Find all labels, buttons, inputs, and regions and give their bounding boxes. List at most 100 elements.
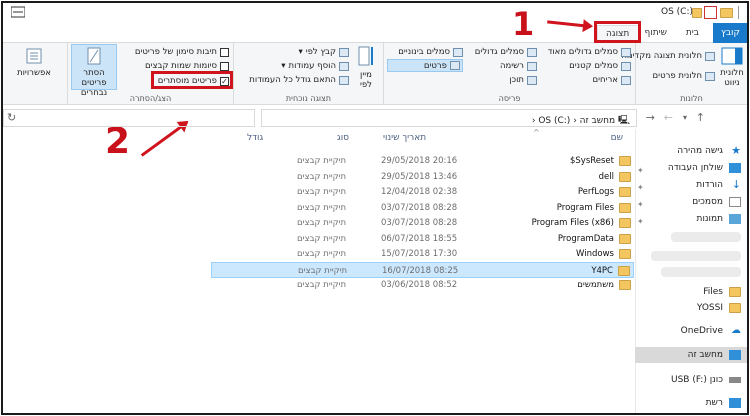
group-by-icon bbox=[339, 47, 349, 57]
item-checkboxes-option[interactable]: תיבות סימון של פריטים bbox=[135, 47, 229, 57]
folder-icon bbox=[619, 249, 631, 259]
back-arrow-icon[interactable]: → bbox=[646, 111, 655, 124]
breadcrumb-root[interactable]: מחשב זה bbox=[580, 116, 615, 126]
file-type: תיקיית קבצים bbox=[297, 249, 347, 259]
column-name[interactable]: שם bbox=[611, 133, 623, 143]
folder-icon bbox=[618, 265, 630, 276]
forward-arrow-icon[interactable]: ← bbox=[664, 111, 673, 124]
nav-downloads[interactable]: ✦ ↓ הורדות bbox=[635, 177, 747, 193]
highlight-view-tab bbox=[594, 21, 641, 43]
nav-network[interactable]: רשת bbox=[635, 395, 747, 411]
layout-content[interactable]: תוכן bbox=[509, 75, 537, 85]
file-date: 03/07/2018 08:28 bbox=[381, 218, 458, 228]
preview-pane-button[interactable]: חלונית תצוגה מקדימה bbox=[621, 51, 715, 61]
item-checkboxes-checkbox[interactable] bbox=[220, 47, 229, 57]
tab-file[interactable]: קובץ bbox=[713, 23, 747, 43]
layout-small-label: סמלים קטנים bbox=[569, 61, 618, 71]
address-field[interactable]: 🖳 מחשב זה ‹ OS (C:) ‹ bbox=[261, 109, 637, 127]
column-modified[interactable]: תאריך שינוי bbox=[383, 133, 426, 143]
step-1-label: 1 bbox=[512, 5, 535, 43]
file-type: תיקיית קבצים bbox=[298, 265, 348, 276]
list-icon bbox=[527, 61, 537, 71]
file-type: תיקיית קבצים bbox=[297, 218, 347, 228]
details-pane-button[interactable]: חלונית פרטים bbox=[653, 71, 715, 81]
add-columns-button[interactable]: ▾ הוסף עמודות bbox=[281, 61, 349, 71]
layout-medium-label: סמלים בינוניים bbox=[398, 47, 450, 57]
file-extensions-label: סיומות שמות קבצים bbox=[144, 61, 217, 71]
column-size[interactable]: גודל bbox=[247, 133, 263, 143]
table-row[interactable]: Windows 15/07/2018 17:30 תיקיית קבצים bbox=[211, 246, 634, 262]
details-pane-icon bbox=[705, 71, 715, 81]
new-folder-icon[interactable] bbox=[692, 8, 702, 18]
tiles-icon bbox=[621, 75, 631, 85]
hide-selected-button[interactable]: הסתר פריטים נבחרים bbox=[71, 44, 117, 98]
file-type: תיקיית קבצים bbox=[297, 187, 347, 197]
layout-tiles-label: אריחים bbox=[592, 75, 618, 85]
layout-small[interactable]: סמלים קטנים bbox=[569, 61, 631, 71]
refresh-icon[interactable]: ↻ bbox=[7, 111, 16, 124]
nav-desktop[interactable]: ✦ שולחן העבודה bbox=[635, 160, 747, 176]
nav-this-pc-label: מחשב זה bbox=[687, 350, 723, 360]
table-row[interactable]: dell 29/05/2018 13:46 תיקיית קבצים bbox=[211, 169, 634, 185]
network-icon bbox=[729, 398, 741, 408]
nav-files-label: Files bbox=[703, 287, 723, 297]
blurred-item bbox=[651, 251, 741, 261]
tab-share[interactable]: שיתוף bbox=[636, 25, 675, 43]
nav-pictures[interactable]: ✦ תמונות bbox=[635, 211, 747, 227]
folder-icon bbox=[729, 287, 741, 297]
table-row[interactable]: Program Files 03/07/2018 08:28 תיקיית קבצי… bbox=[211, 200, 634, 216]
layout-content-label: תוכן bbox=[509, 75, 524, 85]
column-type[interactable]: סוג bbox=[337, 133, 349, 143]
up-arrow-icon[interactable]: ↑ bbox=[696, 111, 705, 124]
window-controls-icon[interactable] bbox=[11, 6, 25, 18]
file-extensions-checkbox[interactable] bbox=[220, 61, 229, 71]
file-name: Windows bbox=[576, 249, 614, 259]
file-name: Program Files bbox=[556, 202, 614, 213]
folder-icon bbox=[619, 218, 631, 228]
table-row[interactable]: Y4PC 16/07/2018 08:25 תיקיית קבצים bbox=[211, 261, 634, 278]
table-row[interactable]: PerfLogs 12/04/2018 02:38 תיקיית קבצים bbox=[211, 184, 634, 200]
table-row[interactable]: $SysReset 29/05/2018 20:16 תיקיית קבצים bbox=[211, 153, 634, 169]
nav-this-pc[interactable]: מחשב זה bbox=[635, 347, 747, 363]
tab-home[interactable]: בית bbox=[678, 25, 707, 43]
pin-icon: ✦ bbox=[637, 217, 644, 226]
search-input[interactable]: ↻ bbox=[3, 109, 255, 127]
layout-medium[interactable]: סמלים בינוניים bbox=[398, 47, 463, 57]
file-type: תיקיית קבצים bbox=[297, 171, 347, 182]
nav-downloads-label: הורדות bbox=[696, 180, 723, 190]
nav-files[interactable]: Files bbox=[635, 284, 747, 300]
nav-pane-button[interactable]: חלונית ניווט bbox=[719, 47, 745, 88]
group-show-hide-label: הצג/הסתרה bbox=[129, 94, 172, 103]
table-row[interactable]: Program Files (x86) 03/07/2018 08:28 תיקיי… bbox=[211, 215, 634, 231]
layout-tiles[interactable]: אריחים bbox=[593, 75, 631, 85]
file-date: 15/07/2018 17:30 bbox=[381, 249, 458, 259]
nav-yossi[interactable]: YOSSI bbox=[635, 300, 747, 316]
group-current-view-label: תצוגה נוכחית bbox=[285, 94, 332, 103]
nav-pane-label: חלונית ניווט bbox=[720, 68, 744, 88]
table-row[interactable]: ProgramData 06/07/2018 18:55 תיקיית קבצים bbox=[211, 231, 634, 247]
step-2-label: 2 bbox=[105, 121, 131, 162]
folder-icon bbox=[619, 202, 631, 213]
recent-dropdown-icon[interactable]: ▾ bbox=[683, 113, 687, 122]
nav-usb[interactable]: USB (F:) כונן bbox=[635, 372, 747, 388]
sort-by-label: מיין לפי bbox=[359, 70, 373, 90]
sort-by-button[interactable]: מיין לפי bbox=[353, 45, 379, 90]
size-columns-button[interactable]: התאם גודל כל העמודות bbox=[249, 75, 349, 85]
breadcrumb-drive[interactable]: OS (C:) bbox=[538, 116, 570, 126]
layout-list[interactable]: רשימה bbox=[500, 61, 537, 71]
file-extensions-option[interactable]: סיומות שמות קבצים bbox=[145, 61, 229, 71]
nav-onedrive[interactable]: ☁ OneDrive bbox=[635, 323, 747, 339]
table-row[interactable]: משתמשים 03/06/2018 08:52 תיקיית קבצים bbox=[211, 277, 634, 293]
nav-documents[interactable]: ✦ מסמכים bbox=[635, 194, 747, 210]
file-name: $SysReset bbox=[569, 156, 614, 166]
properties-icon[interactable] bbox=[704, 6, 717, 19]
folder-icon bbox=[729, 303, 741, 313]
nav-quick-access[interactable]: ★ גישה מהירה bbox=[635, 143, 747, 159]
group-by-button[interactable]: ▾ קבץ לפי bbox=[298, 47, 349, 57]
layout-extra-large[interactable]: סמלים גדולים מאוד bbox=[548, 47, 631, 57]
layout-large[interactable]: סמלים גדולים bbox=[475, 47, 537, 57]
options-label: אפשרויות bbox=[17, 68, 51, 78]
options-button[interactable]: אפשרויות bbox=[9, 47, 59, 78]
layout-details[interactable]: פרטים bbox=[387, 59, 463, 72]
pictures-icon bbox=[729, 214, 741, 224]
